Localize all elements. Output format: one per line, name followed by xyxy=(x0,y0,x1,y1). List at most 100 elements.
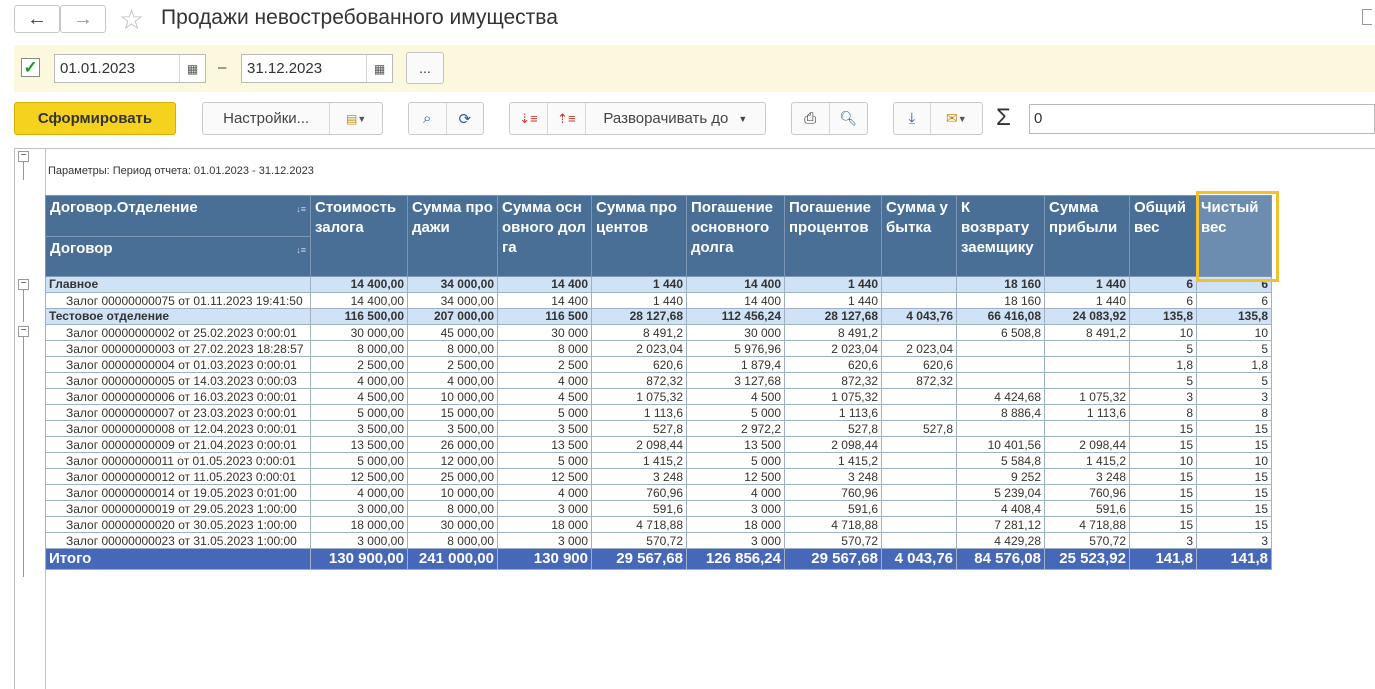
row-label[interactable]: Залог 00000000011 от 01.05.2023 0:00:01 xyxy=(45,452,311,469)
cell-value[interactable]: 10 xyxy=(1196,452,1272,469)
cell-value[interactable]: 760,96 xyxy=(1044,484,1130,501)
cell-value[interactable]: 5 000 xyxy=(686,404,785,421)
cell-value[interactable]: 3 000,00 xyxy=(310,532,408,549)
cell-value[interactable]: 9 252 xyxy=(956,468,1045,485)
col-header-profit[interactable]: Сумма прибыли xyxy=(1044,195,1130,277)
table-row[interactable]: Залог 00000000006 от 16.03.2023 0:00:01 4… xyxy=(45,388,1272,405)
cell-value[interactable]: 10 000,00 xyxy=(407,484,498,501)
collapse-params-icon[interactable]: − xyxy=(18,151,29,162)
cell-value[interactable]: 12 000,00 xyxy=(407,452,498,469)
date-to-field[interactable]: 31.12.2023 ▦ xyxy=(241,54,393,83)
cell-value[interactable] xyxy=(1044,372,1130,389)
cell-value[interactable]: 2 023,04 xyxy=(881,340,957,357)
row-label[interactable]: Залог 00000000014 от 19.05.2023 0:01:00 xyxy=(45,484,311,501)
save-icon[interactable] xyxy=(1362,9,1372,25)
row-label[interactable]: Залог 00000000012 от 11.05.2023 0:00:01 xyxy=(45,468,311,485)
cell-value[interactable]: 10 401,56 xyxy=(956,436,1045,453)
sum-field[interactable]: 0 xyxy=(1029,104,1375,134)
expand-all-icon[interactable]: ⇡≡ xyxy=(548,103,586,134)
cell-value[interactable]: 4 718,88 xyxy=(1044,516,1130,533)
cell-value[interactable]: 112 456,24 xyxy=(686,308,785,325)
cell-value[interactable]: 4 000,00 xyxy=(310,372,408,389)
cell-value[interactable] xyxy=(881,388,957,405)
total-row[interactable]: Итого 130 900,00 241 000,00 130 900 29 567,6… xyxy=(45,548,1272,570)
cell-value[interactable]: 25 523,92 xyxy=(1044,548,1130,570)
cell-value[interactable]: 5 584,8 xyxy=(956,452,1045,469)
cell-value[interactable] xyxy=(881,452,957,469)
cell-value[interactable]: 4 408,4 xyxy=(956,500,1045,517)
cell-value[interactable]: 2 023,04 xyxy=(591,340,687,357)
cell-value[interactable]: 13 500,00 xyxy=(310,436,408,453)
cell-value[interactable]: 8 000,00 xyxy=(407,532,498,549)
row-label[interactable]: Залог 00000000075 от 01.11.2023 19:41:50 xyxy=(45,292,311,309)
settings-button[interactable]: Настройки... xyxy=(203,103,331,134)
cell-value[interactable]: 126 856,24 xyxy=(686,548,785,570)
table-row[interactable]: Залог 00000000014 от 19.05.2023 0:01:00 4… xyxy=(45,484,1272,501)
cell-value[interactable]: 66 416,08 xyxy=(956,308,1045,325)
cell-value[interactable]: 116 500 xyxy=(497,308,592,325)
cell-value[interactable]: 135,8 xyxy=(1129,308,1197,325)
cell-value[interactable]: 872,32 xyxy=(784,372,882,389)
cell-value[interactable]: 1 440 xyxy=(784,292,882,309)
cell-value[interactable]: 3 xyxy=(1129,388,1197,405)
cell-value[interactable]: 1 440 xyxy=(1044,276,1130,293)
cell-value[interactable] xyxy=(881,276,957,293)
table-row[interactable]: Залог 00000000009 от 21.04.2023 0:00:01 1… xyxy=(45,436,1272,453)
search-icon[interactable]: ⌕ xyxy=(409,103,447,134)
cell-value[interactable]: 3 248 xyxy=(784,468,882,485)
cell-value[interactable]: 8 000,00 xyxy=(310,340,408,357)
cell-value[interactable]: 10 xyxy=(1129,452,1197,469)
cell-value[interactable]: 1 440 xyxy=(591,276,687,293)
cell-value[interactable]: 15 xyxy=(1129,500,1197,517)
row-label[interactable]: Залог 00000000008 от 12.04.2023 0:00:01 xyxy=(45,420,311,437)
cell-value[interactable]: 8 491,2 xyxy=(784,324,882,341)
date-from-field[interactable]: 01.01.2023 ▦ xyxy=(54,54,206,83)
cell-value[interactable]: 141,8 xyxy=(1129,548,1197,570)
cell-value[interactable]: 2 098,44 xyxy=(784,436,882,453)
table-row[interactable]: Залог 00000000019 от 29.05.2023 1:00:00 3… xyxy=(45,500,1272,517)
col-header-sale-amount[interactable]: Сумма продажи xyxy=(407,195,498,277)
cell-value[interactable] xyxy=(881,484,957,501)
cell-value[interactable]: 620,6 xyxy=(591,356,687,373)
col-header-refund[interactable]: К возврату заемщику xyxy=(956,195,1045,277)
cell-value[interactable]: 2 500,00 xyxy=(310,356,408,373)
cell-value[interactable]: 29 567,68 xyxy=(591,548,687,570)
variant-folder-icon[interactable]: ▤ ▼ xyxy=(330,103,382,134)
cell-value[interactable]: 14 400 xyxy=(497,276,592,293)
choose-period-button[interactable]: ... xyxy=(406,52,444,84)
cell-value[interactable]: 34 000,00 xyxy=(407,292,498,309)
cell-value[interactable]: 4 000,00 xyxy=(310,484,408,501)
calendar-icon[interactable]: ▦ xyxy=(366,55,392,82)
cell-value[interactable] xyxy=(881,292,957,309)
cell-value[interactable] xyxy=(1044,356,1130,373)
col-header-net-weight[interactable]: Чистый вес xyxy=(1196,195,1272,277)
cell-value[interactable]: 1,8 xyxy=(1196,356,1272,373)
cell-value[interactable]: 1 415,2 xyxy=(784,452,882,469)
cell-value[interactable]: 5 000,00 xyxy=(310,452,408,469)
cell-value[interactable]: 30 000,00 xyxy=(310,324,408,341)
cell-value[interactable]: 14 400,00 xyxy=(310,276,408,293)
cell-value[interactable]: 1 075,32 xyxy=(784,388,882,405)
cell-value[interactable]: 4 000 xyxy=(686,484,785,501)
cell-value[interactable]: 10 000,00 xyxy=(407,388,498,405)
cell-value[interactable]: 570,72 xyxy=(591,532,687,549)
row-label[interactable]: Залог 00000000009 от 21.04.2023 0:00:01 xyxy=(45,436,311,453)
cell-value[interactable]: 2 972,2 xyxy=(686,420,785,437)
cell-value[interactable] xyxy=(881,516,957,533)
cell-value[interactable]: 4 000,00 xyxy=(407,372,498,389)
cell-value[interactable]: 15 xyxy=(1196,468,1272,485)
cell-value[interactable]: 10 xyxy=(1129,324,1197,341)
cell-value[interactable]: 12 500 xyxy=(686,468,785,485)
cell-value[interactable]: 15 xyxy=(1129,516,1197,533)
cell-value[interactable]: 5 xyxy=(1196,340,1272,357)
cell-value[interactable]: 570,72 xyxy=(784,532,882,549)
row-label[interactable]: Тестовое отделение xyxy=(45,308,311,325)
cell-value[interactable]: 14 400 xyxy=(497,292,592,309)
cell-value[interactable]: 141,8 xyxy=(1196,548,1272,570)
cell-value[interactable]: 8 xyxy=(1129,404,1197,421)
cell-value[interactable]: 3 000 xyxy=(686,500,785,517)
cell-value[interactable]: 591,6 xyxy=(1044,500,1130,517)
table-row[interactable]: Залог 00000000020 от 30.05.2023 1:00:00 1… xyxy=(45,516,1272,533)
calendar-icon[interactable]: ▦ xyxy=(179,55,205,82)
table-row[interactable]: Залог 00000000005 от 14.03.2023 0:00:03 4… xyxy=(45,372,1272,389)
